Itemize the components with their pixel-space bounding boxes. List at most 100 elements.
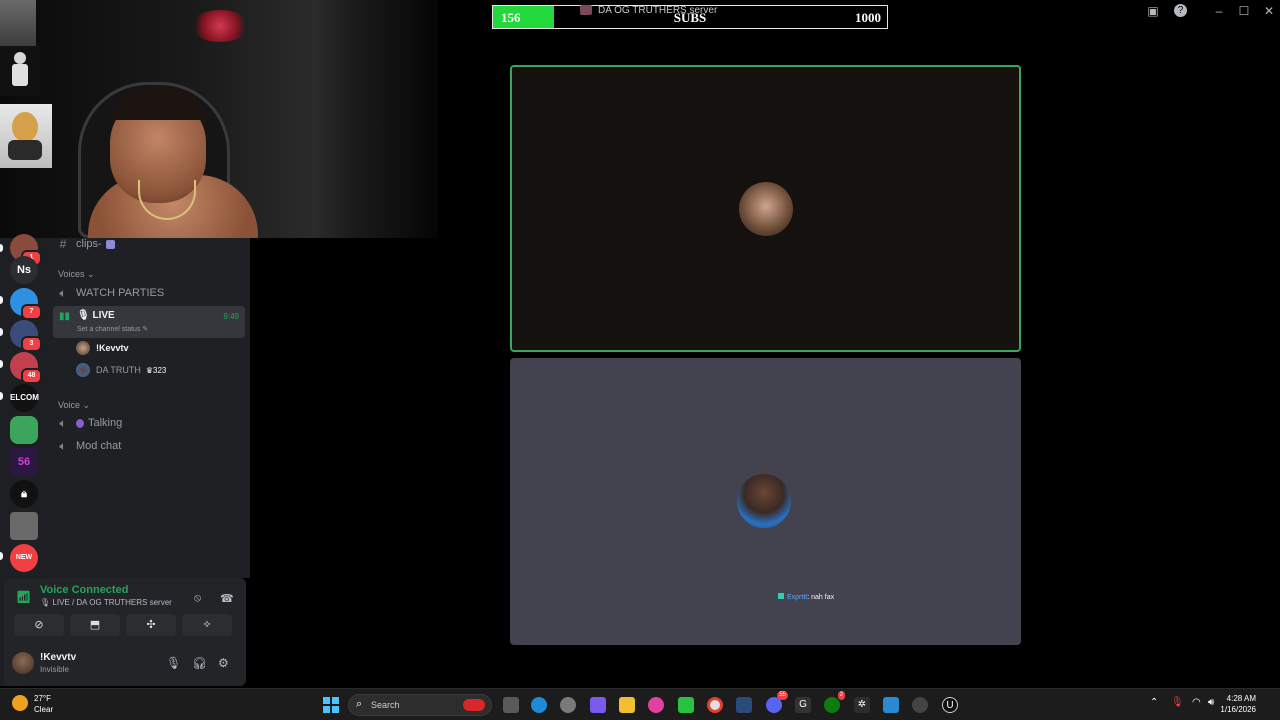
subs-goal-target: 1000 <box>855 10 881 25</box>
logitech-icon[interactable]: G <box>795 697 811 713</box>
clock-time[interactable]: 4:28 AM <box>1227 694 1256 703</box>
signal-icon[interactable]: 📶︎ <box>16 590 31 604</box>
voice-member[interactable]: DA TRUTH ♛323 <box>76 361 166 379</box>
server-icon-4[interactable]: 3 <box>10 320 42 352</box>
wifi-icon[interactable]: ◠ <box>1192 697 1201 708</box>
app-badge: 55 <box>777 691 788 700</box>
channel-talking[interactable]: 🔈︎ Talking <box>54 413 244 433</box>
noise-suppression-icon[interactable]: ⦸ <box>194 592 201 605</box>
itunes-icon[interactable] <box>648 697 664 713</box>
server-icon-56[interactable]: 56 <box>10 448 38 476</box>
server-icon-lock[interactable]: 🔒︎ <box>10 480 38 508</box>
microphone-icon[interactable]: 🎙︎ <box>166 656 181 670</box>
minimize-button[interactable]: – <box>1210 3 1228 19</box>
overlay-thumb-1 <box>0 0 36 46</box>
chat-text: : nah fax <box>807 594 835 601</box>
channel-live[interactable]: ▮▮ 🎙︎ LIVE Set a channel status ✎ 9:49 <box>53 306 245 338</box>
cam-light-decor <box>190 10 250 42</box>
settings-app-icon[interactable] <box>560 697 576 713</box>
video-tile-speaking[interactable] <box>510 65 1021 352</box>
chevron-down-icon: ⌄ <box>82 400 91 410</box>
server-icon-elcom[interactable]: ELCOM <box>10 384 39 412</box>
activities-icon: ✣ <box>146 619 156 631</box>
disconnect-icon[interactable]: ☎︎ <box>220 592 234 605</box>
tile-chat-message: Exprttt: nah fax <box>778 593 834 601</box>
member-name: DA TRUTH <box>96 365 141 375</box>
windows-logo-icon <box>323 697 330 704</box>
video-tile[interactable]: Exprttt: nah fax <box>510 358 1021 645</box>
search-icon: ⌕ <box>356 698 363 710</box>
server-icon-5[interactable]: 48 <box>10 352 42 384</box>
volume-icon[interactable]: 🔊︎ <box>1208 697 1214 708</box>
start-button[interactable] <box>323 697 339 713</box>
chevron-up-icon[interactable]: ⌃ <box>1150 697 1158 708</box>
channel-mod-chat[interactable]: 🔈︎ Mod chat <box>54 436 244 456</box>
clock-date[interactable]: 1/16/2026 <box>1220 705 1256 714</box>
help-icon[interactable]: ? <box>1174 4 1187 17</box>
server-icon-10[interactable] <box>10 512 38 540</box>
photos-icon[interactable] <box>883 697 899 713</box>
weather-condition: Clear <box>34 705 54 714</box>
screen: ▣ ? – ☐ ✕ 156 SUBS 1000 DA OG TRUTHERS s… <box>0 0 1280 720</box>
lock-icon: 🔒︎ <box>21 488 27 500</box>
figure-head-icon <box>14 52 26 64</box>
weather-moon-icon[interactable] <box>12 695 28 711</box>
soundboard-button[interactable]: ✧ <box>182 614 232 636</box>
screen-share-button[interactable]: ⬒ <box>70 614 120 636</box>
category-label: Voices <box>58 269 85 279</box>
unreal-engine-icon[interactable]: U <box>942 697 958 713</box>
live-timer: 9:49 <box>223 312 239 321</box>
weather-temp: 27°F <box>34 694 51 703</box>
channel-clips[interactable]: # clips- <box>54 234 244 254</box>
file-explorer-icon[interactable] <box>619 697 635 713</box>
search-input[interactable] <box>371 698 461 712</box>
server-label: 56 <box>17 456 31 468</box>
close-button[interactable]: ✕ <box>1260 3 1278 19</box>
unread-pill <box>0 392 3 400</box>
headphones-icon[interactable]: 🎧︎ <box>192 656 207 670</box>
webcam-overlay <box>0 0 438 238</box>
channel-label: Mod chat <box>76 440 122 452</box>
live-label: LIVE <box>92 310 115 321</box>
avatar <box>76 341 90 355</box>
category-voices[interactable]: Voices ⌄ <box>58 269 95 280</box>
windows-logo-icon <box>332 706 339 713</box>
speaker-icon: 🔈︎ <box>59 438 67 453</box>
taskbar-search[interactable]: ⌕ <box>348 694 492 716</box>
server-icon-3[interactable]: 7 <box>10 288 42 320</box>
server-icon-ns[interactable]: Ns <box>10 256 38 284</box>
mascot-base-icon <box>8 140 42 160</box>
camera-off-button[interactable]: ⊘ <box>14 614 64 636</box>
voice-connected-subtitle: 🎙︎ LIVE / DA OG TRUTHERS server <box>40 598 172 607</box>
channel-status[interactable]: Set a channel status ✎ <box>77 325 148 333</box>
task-view-icon[interactable] <box>503 697 519 713</box>
gear-app-icon[interactable]: ✲ <box>854 697 870 713</box>
channel-watch-parties[interactable]: 🔈︎ WATCH PARTIES <box>54 283 244 303</box>
spreadsheet-app-icon[interactable] <box>678 697 694 713</box>
screen-share-icon: ⬒ <box>89 619 101 631</box>
copilot-icon[interactable] <box>590 697 606 713</box>
channel-label: clips- <box>76 238 102 250</box>
discord-icon[interactable]: 55 <box>766 691 788 713</box>
inbox-icon[interactable]: ▣ <box>1144 3 1162 19</box>
activities-button[interactable]: ✣ <box>126 614 176 636</box>
edge-browser-icon[interactable] <box>531 697 547 713</box>
category-voice[interactable]: Voice ⌄ <box>58 400 90 411</box>
voice-member[interactable]: !Kevvtv <box>76 339 129 357</box>
obs-icon[interactable] <box>912 697 928 713</box>
gear-icon[interactable]: ⚙︎ <box>218 656 229 670</box>
avatar[interactable] <box>12 652 34 674</box>
server-icon-7[interactable] <box>10 416 38 444</box>
windows-logo-icon <box>323 706 330 713</box>
unread-pill <box>0 296 3 304</box>
server-icon-new[interactable]: NEW <box>10 544 38 572</box>
chrome-icon[interactable] <box>707 697 723 713</box>
overlay-thumb-2 <box>0 46 40 96</box>
status-label: Set a channel status <box>77 326 141 333</box>
server-label: ELCOM <box>10 393 39 402</box>
app-badge: 2 <box>837 691 845 700</box>
maximize-button[interactable]: ☐ <box>1235 3 1253 19</box>
xbox-icon[interactable]: 2 <box>824 691 845 713</box>
steam-icon[interactable] <box>736 697 752 713</box>
microphone-tray-icon[interactable]: 🎙︎ <box>1171 697 1184 708</box>
